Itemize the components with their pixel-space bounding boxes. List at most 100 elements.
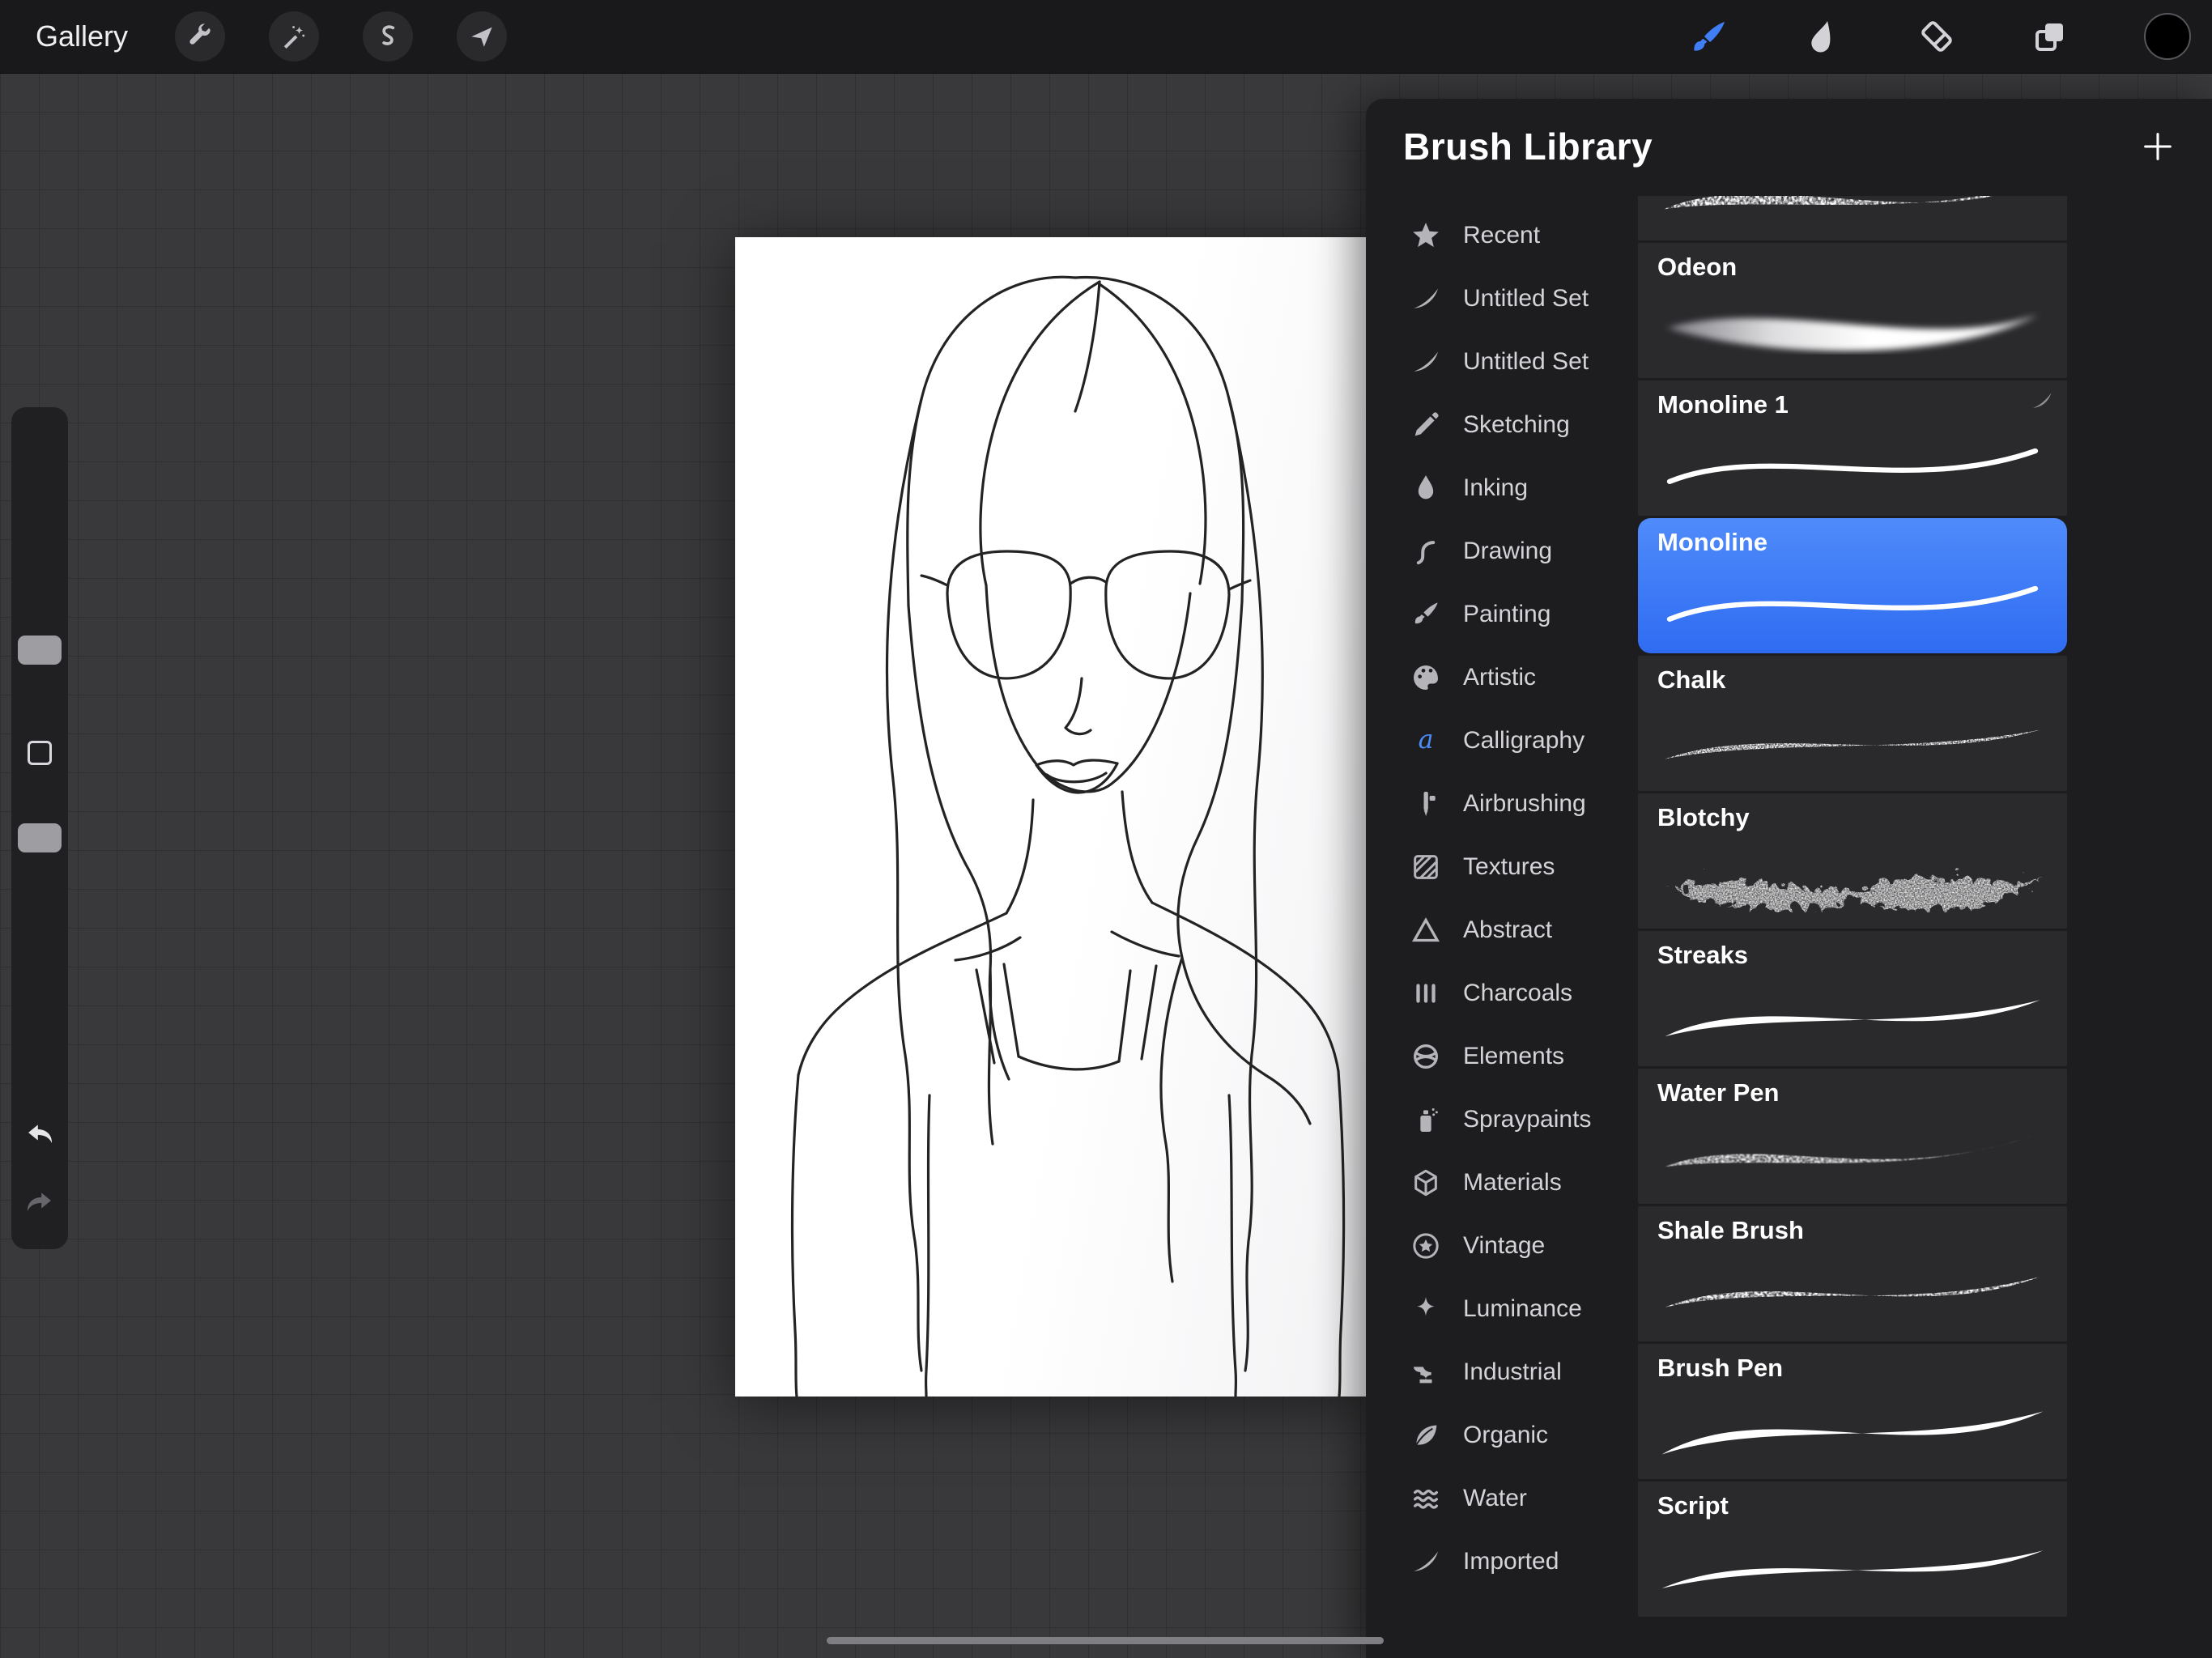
eraser-icon — [1917, 17, 1956, 56]
actions-button[interactable] — [175, 11, 225, 62]
cube-icon — [1410, 1167, 1442, 1199]
category-imported[interactable]: Imported — [1366, 1530, 1638, 1593]
category-inking[interactable]: Inking — [1366, 457, 1638, 520]
sparkle-icon — [1410, 1293, 1442, 1325]
category-materials[interactable]: Materials — [1366, 1151, 1638, 1214]
brush-script[interactable]: Script — [1638, 1482, 2067, 1617]
category-elements[interactable]: Elements — [1366, 1025, 1638, 1088]
calligraphy-a-icon: a — [1410, 725, 1442, 757]
category-label: Elements — [1463, 1043, 1564, 1070]
brush-streaks[interactable]: Streaks — [1638, 931, 2067, 1066]
category-label: Inking — [1463, 474, 1528, 502]
swoosh-icon — [1410, 283, 1442, 315]
category-drawing[interactable]: Drawing — [1366, 520, 1638, 583]
opacity-slider[interactable] — [18, 823, 62, 852]
brush-blotchy[interactable]: Blotchy — [1638, 793, 2067, 929]
brush-name: Monoline — [1657, 528, 1767, 557]
leaf-icon — [1410, 1419, 1442, 1452]
gallery-button[interactable]: Gallery — [36, 19, 128, 53]
adjustments-button[interactable] — [269, 11, 319, 62]
magic-wand-icon — [280, 23, 308, 50]
category-label: Organic — [1463, 1422, 1548, 1449]
brush-icon — [1691, 17, 1729, 56]
category-label: Water — [1463, 1485, 1527, 1512]
redo-icon[interactable] — [22, 1186, 57, 1222]
brush-monoline[interactable]: Monoline — [1638, 518, 2067, 653]
panel-title: Brush Library — [1403, 125, 1653, 168]
home-indicator[interactable] — [827, 1637, 1384, 1644]
modify-button[interactable] — [28, 741, 52, 765]
brush-stroke-preview — [1648, 414, 2057, 509]
brush-stroke-preview — [1648, 1103, 2057, 1197]
category-label: Industrial — [1463, 1358, 1562, 1386]
transform-button[interactable] — [457, 11, 507, 62]
plus-icon[interactable] — [2139, 128, 2176, 165]
color-button[interactable] — [2144, 13, 2191, 60]
paintbrush-icon — [1410, 598, 1442, 631]
category-untitled-set[interactable]: Untitled Set — [1366, 330, 1638, 393]
category-label: Sketching — [1463, 411, 1570, 439]
category-textures[interactable]: Textures — [1366, 835, 1638, 899]
brush-water-pen[interactable]: Water Pen — [1638, 1069, 2067, 1204]
category-label: Artistic — [1463, 664, 1536, 691]
brush-stroke-preview — [1648, 196, 2057, 240]
category-vintage[interactable]: Vintage — [1366, 1214, 1638, 1278]
layers-icon — [2031, 17, 2069, 56]
category-painting[interactable]: Painting — [1366, 583, 1638, 646]
brush-odeon[interactable]: Odeon — [1638, 243, 2067, 378]
brush-shale-brush[interactable]: Shale Brush — [1638, 1206, 2067, 1341]
category-water[interactable]: Water — [1366, 1467, 1638, 1530]
category-sketching[interactable]: Sketching — [1366, 393, 1638, 457]
category-label: Imported — [1463, 1548, 1559, 1575]
brush-partial-top[interactable] — [1638, 196, 2067, 240]
selection-button[interactable] — [363, 11, 413, 62]
category-organic[interactable]: Organic — [1366, 1404, 1638, 1467]
category-industrial[interactable]: Industrial — [1366, 1341, 1638, 1404]
brush-list: Odeon Monoline 1 Monoline Chalk Blotchy Strea… — [1638, 196, 2067, 1658]
procreate-app: Gallery — [0, 0, 2212, 1658]
category-untitled-set[interactable]: Untitled Set — [1366, 267, 1638, 330]
erase-button[interactable] — [1917, 17, 1956, 56]
category-spraypaints[interactable]: Spraypaints — [1366, 1088, 1638, 1151]
category-label: Drawing — [1463, 538, 1552, 565]
category-label: Painting — [1463, 601, 1551, 628]
line-art-portrait — [735, 237, 1367, 1397]
brush-name: Shale Brush — [1657, 1216, 1804, 1245]
category-abstract[interactable]: Abstract — [1366, 899, 1638, 962]
artwork-canvas[interactable] — [735, 237, 1367, 1397]
category-luminance[interactable]: Luminance — [1366, 1278, 1638, 1341]
swoosh-icon — [2030, 389, 2054, 413]
brush-monoline-1[interactable]: Monoline 1 — [1638, 380, 2067, 516]
category-calligraphy[interactable]: aCalligraphy — [1366, 709, 1638, 772]
anvil-icon — [1410, 1356, 1442, 1388]
brush-brush-pen[interactable]: Brush Pen — [1638, 1344, 2067, 1479]
top-bar-left: Gallery — [0, 11, 507, 62]
category-recent[interactable]: Recent — [1366, 204, 1638, 267]
palette-icon — [1410, 661, 1442, 694]
layers-button[interactable] — [2031, 17, 2069, 56]
brush-library-panel: Brush Library RecentUntitled SetUntitled… — [1366, 99, 2212, 1658]
smudge-icon — [1804, 17, 1843, 56]
transform-icon — [468, 23, 496, 50]
swoosh-icon — [1410, 1545, 1442, 1578]
category-label: Vintage — [1463, 1232, 1545, 1260]
right-tool-group — [1691, 13, 2212, 60]
brush-name: Blotchy — [1657, 803, 1750, 832]
undo-icon[interactable] — [22, 1118, 57, 1154]
brush-stroke-preview — [1648, 690, 2057, 784]
curve-icon — [1410, 535, 1442, 568]
category-label: Textures — [1463, 853, 1555, 881]
star-icon — [1410, 219, 1442, 252]
category-label: Airbrushing — [1463, 790, 1586, 818]
brush-chalk[interactable]: Chalk — [1638, 656, 2067, 791]
brush-size-slider[interactable] — [18, 636, 62, 665]
airbrush-icon — [1410, 788, 1442, 820]
category-charcoals[interactable]: Charcoals — [1366, 962, 1638, 1025]
category-artistic[interactable]: Artistic — [1366, 646, 1638, 709]
brush-name: Monoline 1 — [1657, 390, 1789, 419]
left-tool-group — [175, 11, 507, 62]
paint-button[interactable] — [1691, 17, 1729, 56]
category-airbrushing[interactable]: Airbrushing — [1366, 772, 1638, 835]
smudge-button[interactable] — [1804, 17, 1843, 56]
category-label: Luminance — [1463, 1295, 1582, 1323]
